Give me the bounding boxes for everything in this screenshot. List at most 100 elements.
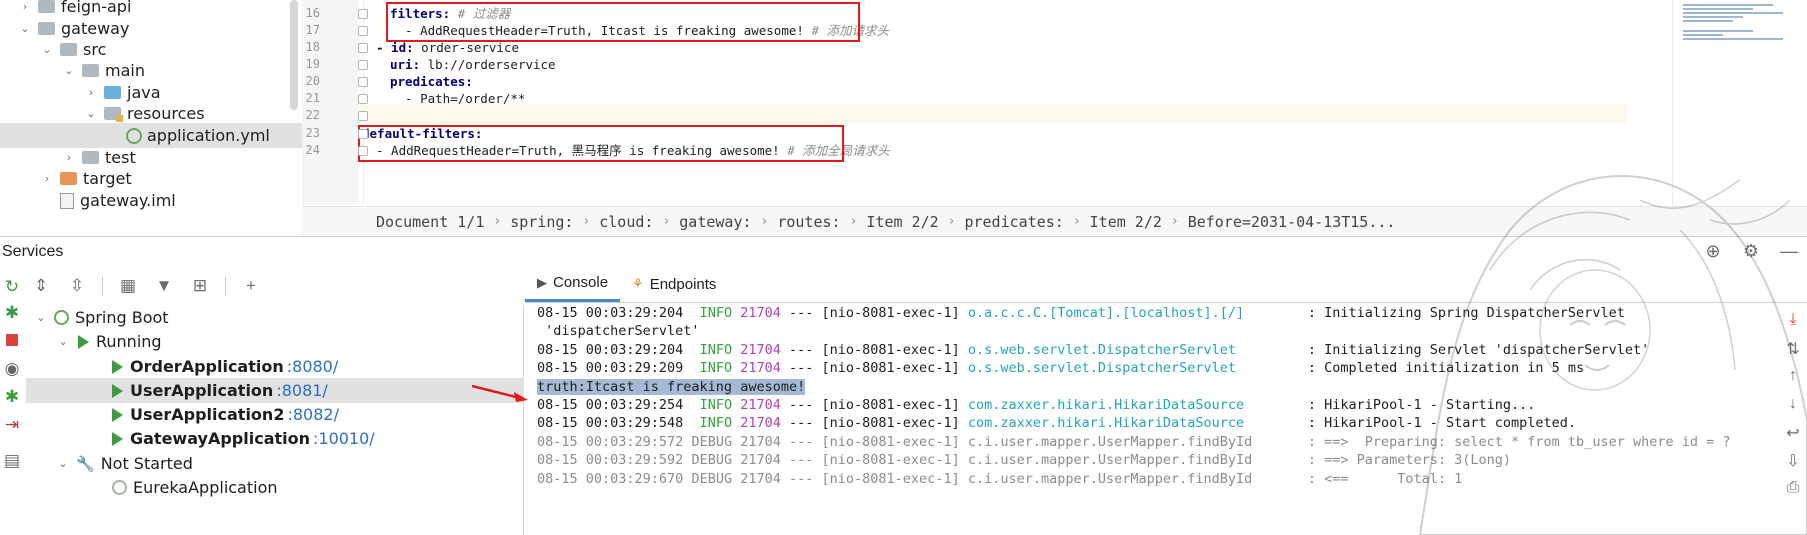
service-port-link[interactable]: :8080/: [287, 357, 339, 376]
collapse-all-icon[interactable]: ⇳: [66, 275, 88, 297]
log-thread: --- [nio-8081-exec-1]: [789, 415, 960, 432]
service-row[interactable]: OrderApplication:8080/: [26, 354, 524, 379]
bug-icon[interactable]: ✱: [2, 387, 22, 407]
line-number: 19: [305, 57, 320, 71]
service-row[interactable]: UserApplication:8081/: [26, 378, 524, 403]
soft-wrap-icon[interactable]: ⇅: [1783, 339, 1803, 359]
gear-icon[interactable]: ⚙: [1741, 241, 1761, 261]
expand-all-icon[interactable]: ⇕: [30, 275, 52, 297]
fold-marker[interactable]: [358, 60, 368, 70]
tree-item-label: target: [83, 169, 132, 188]
chevron-right-icon[interactable]: ›: [84, 86, 98, 99]
chevron-down-icon[interactable]: ⌄: [84, 107, 98, 120]
chevron-down-icon[interactable]: ⌄: [18, 22, 32, 35]
service-row[interactable]: ⌄ Spring Boot: [26, 305, 524, 330]
fold-marker[interactable]: [358, 9, 368, 19]
console-log[interactable]: 08-15 00:03:29:204 INFO 21704 --- [nio-8…: [525, 307, 1765, 535]
service-row[interactable]: UserApplication2:8082/: [26, 402, 524, 427]
chevron-down-icon[interactable]: ⌄: [56, 335, 70, 348]
log-level: INFO: [699, 341, 733, 358]
breadcrumb-item[interactable]: Document 1/1: [376, 213, 484, 231]
service-row[interactable]: ⌄ 🔧 Not Started: [26, 451, 524, 476]
screenshot-icon[interactable]: ◉: [2, 359, 22, 379]
log-line: 08-15 00:03:29:204 INFO 21704 --- [nio-8…: [537, 307, 1625, 323]
chevron-down-icon[interactable]: ⌄: [56, 457, 70, 470]
services-tree: ⌄ Spring Boot ⌄ Running OrderApplication:808…: [26, 305, 524, 535]
breadcrumb-item[interactable]: Item 2/2: [1090, 213, 1162, 231]
filter-icon[interactable]: ▼: [153, 275, 175, 297]
add-icon[interactable]: +: [240, 275, 262, 297]
service-row[interactable]: GatewayApplication:10010/: [26, 426, 524, 451]
stop-icon[interactable]: [2, 331, 22, 351]
exit-icon[interactable]: ⇥: [2, 415, 22, 435]
minimize-icon[interactable]: —: [1779, 241, 1799, 261]
service-name: UserApplication2: [130, 405, 285, 424]
breadcrumb-item[interactable]: spring:: [510, 213, 573, 231]
log-pid: 21704: [740, 360, 781, 377]
log-pid: 21704: [740, 433, 781, 450]
yaml-file-icon: [126, 127, 142, 144]
crosshair-icon[interactable]: ⊕: [1703, 241, 1723, 261]
run-icon: [112, 383, 123, 398]
log-pid: 21704: [740, 341, 781, 358]
minimap[interactable]: [1672, 0, 1807, 205]
log-logger: com.zaxxer.hikari.HikariDataSource: [967, 415, 1245, 432]
folder-icon: [82, 64, 99, 77]
service-port-link[interactable]: :8081/: [276, 381, 328, 400]
tab-console[interactable]: ▶ Console: [525, 266, 621, 302]
spring-boot-icon: [54, 310, 69, 325]
rerun-icon[interactable]: ↻: [2, 277, 22, 297]
breadcrumb-separator-icon: ›: [582, 214, 591, 229]
chevron-down-icon[interactable]: ⌄: [62, 64, 76, 77]
tree-item[interactable]: gateway.iml: [0, 188, 302, 213]
log-pid: 21704: [740, 470, 781, 487]
service-row[interactable]: EurekaApplication: [26, 475, 524, 500]
code-editor[interactable]: 16 17 18 19 20 21 22 23 24 filters: # 过滤器 - AddR…: [302, 0, 1807, 236]
tree-scrollbar[interactable]: [290, 0, 298, 110]
service-port-link[interactable]: :10010/: [313, 429, 375, 448]
chevron-right-icon[interactable]: ›: [62, 151, 76, 164]
folder-icon: [60, 172, 77, 185]
down-arrow-icon[interactable]: ↓: [1783, 395, 1803, 415]
fold-marker[interactable]: [358, 43, 368, 53]
log-timestamp: 08-15 00:03:29:204: [537, 307, 684, 321]
folder-icon: [82, 151, 99, 164]
fold-marker[interactable]: [358, 77, 368, 87]
chevron-down-icon[interactable]: ⌄: [40, 43, 54, 56]
breadcrumb-item[interactable]: Before=2031-04-13T15...: [1188, 213, 1396, 231]
breadcrumb-item[interactable]: gateway:: [679, 213, 751, 231]
log-logger: o.a.c.c.C.[Tomcat].[localhost].[/]: [967, 307, 1245, 321]
log-line: truth:Itcast is freaking awesome!: [537, 377, 806, 397]
breadcrumb-item[interactable]: routes:: [777, 213, 840, 231]
service-row[interactable]: ⌄ Running: [26, 329, 524, 354]
tab-endpoints[interactable]: ⚘ Endpoints: [620, 266, 728, 302]
console-icon: ▶: [537, 274, 547, 290]
breadcrumb-separator-icon: ›: [849, 214, 858, 229]
breadcrumb-item[interactable]: predicates:: [964, 213, 1063, 231]
up-arrow-icon[interactable]: ↑: [1783, 367, 1803, 387]
wrap-icon[interactable]: ↩: [1783, 423, 1803, 443]
scroll-to-end-icon[interactable]: ⤓: [1783, 311, 1803, 331]
folder-icon: [104, 107, 123, 122]
layout-icon[interactable]: ▤: [2, 451, 22, 471]
chevron-right-icon[interactable]: ›: [18, 0, 32, 13]
print-icon[interactable]: ⎙: [1783, 479, 1803, 499]
download-icon[interactable]: ⇩: [1783, 451, 1803, 471]
console-tabs: ▶ Console ⚘ Endpoints: [525, 267, 1807, 303]
tab-label: Endpoints: [649, 275, 717, 293]
service-port-link[interactable]: :8082/: [287, 405, 339, 424]
log-timestamp: 08-15 00:03:29:254: [537, 397, 684, 413]
fold-marker[interactable]: [358, 26, 368, 36]
debug-icon[interactable]: ✱: [2, 303, 22, 323]
breadcrumb-item[interactable]: cloud:: [599, 213, 653, 231]
chevron-down-icon[interactable]: ⌄: [34, 311, 48, 324]
fold-marker[interactable]: [358, 94, 368, 104]
chevron-right-icon[interactable]: ›: [40, 172, 54, 185]
new-tab-icon[interactable]: ⊞: [189, 275, 211, 297]
breadcrumb-separator-icon: ›: [493, 214, 502, 229]
breadcrumb-item[interactable]: Item 2/2: [866, 213, 938, 231]
fold-marker[interactable]: [358, 146, 368, 156]
fold-marker[interactable]: [358, 129, 368, 139]
group-icon[interactable]: ▦: [117, 275, 139, 297]
fold-marker[interactable]: [358, 111, 368, 121]
